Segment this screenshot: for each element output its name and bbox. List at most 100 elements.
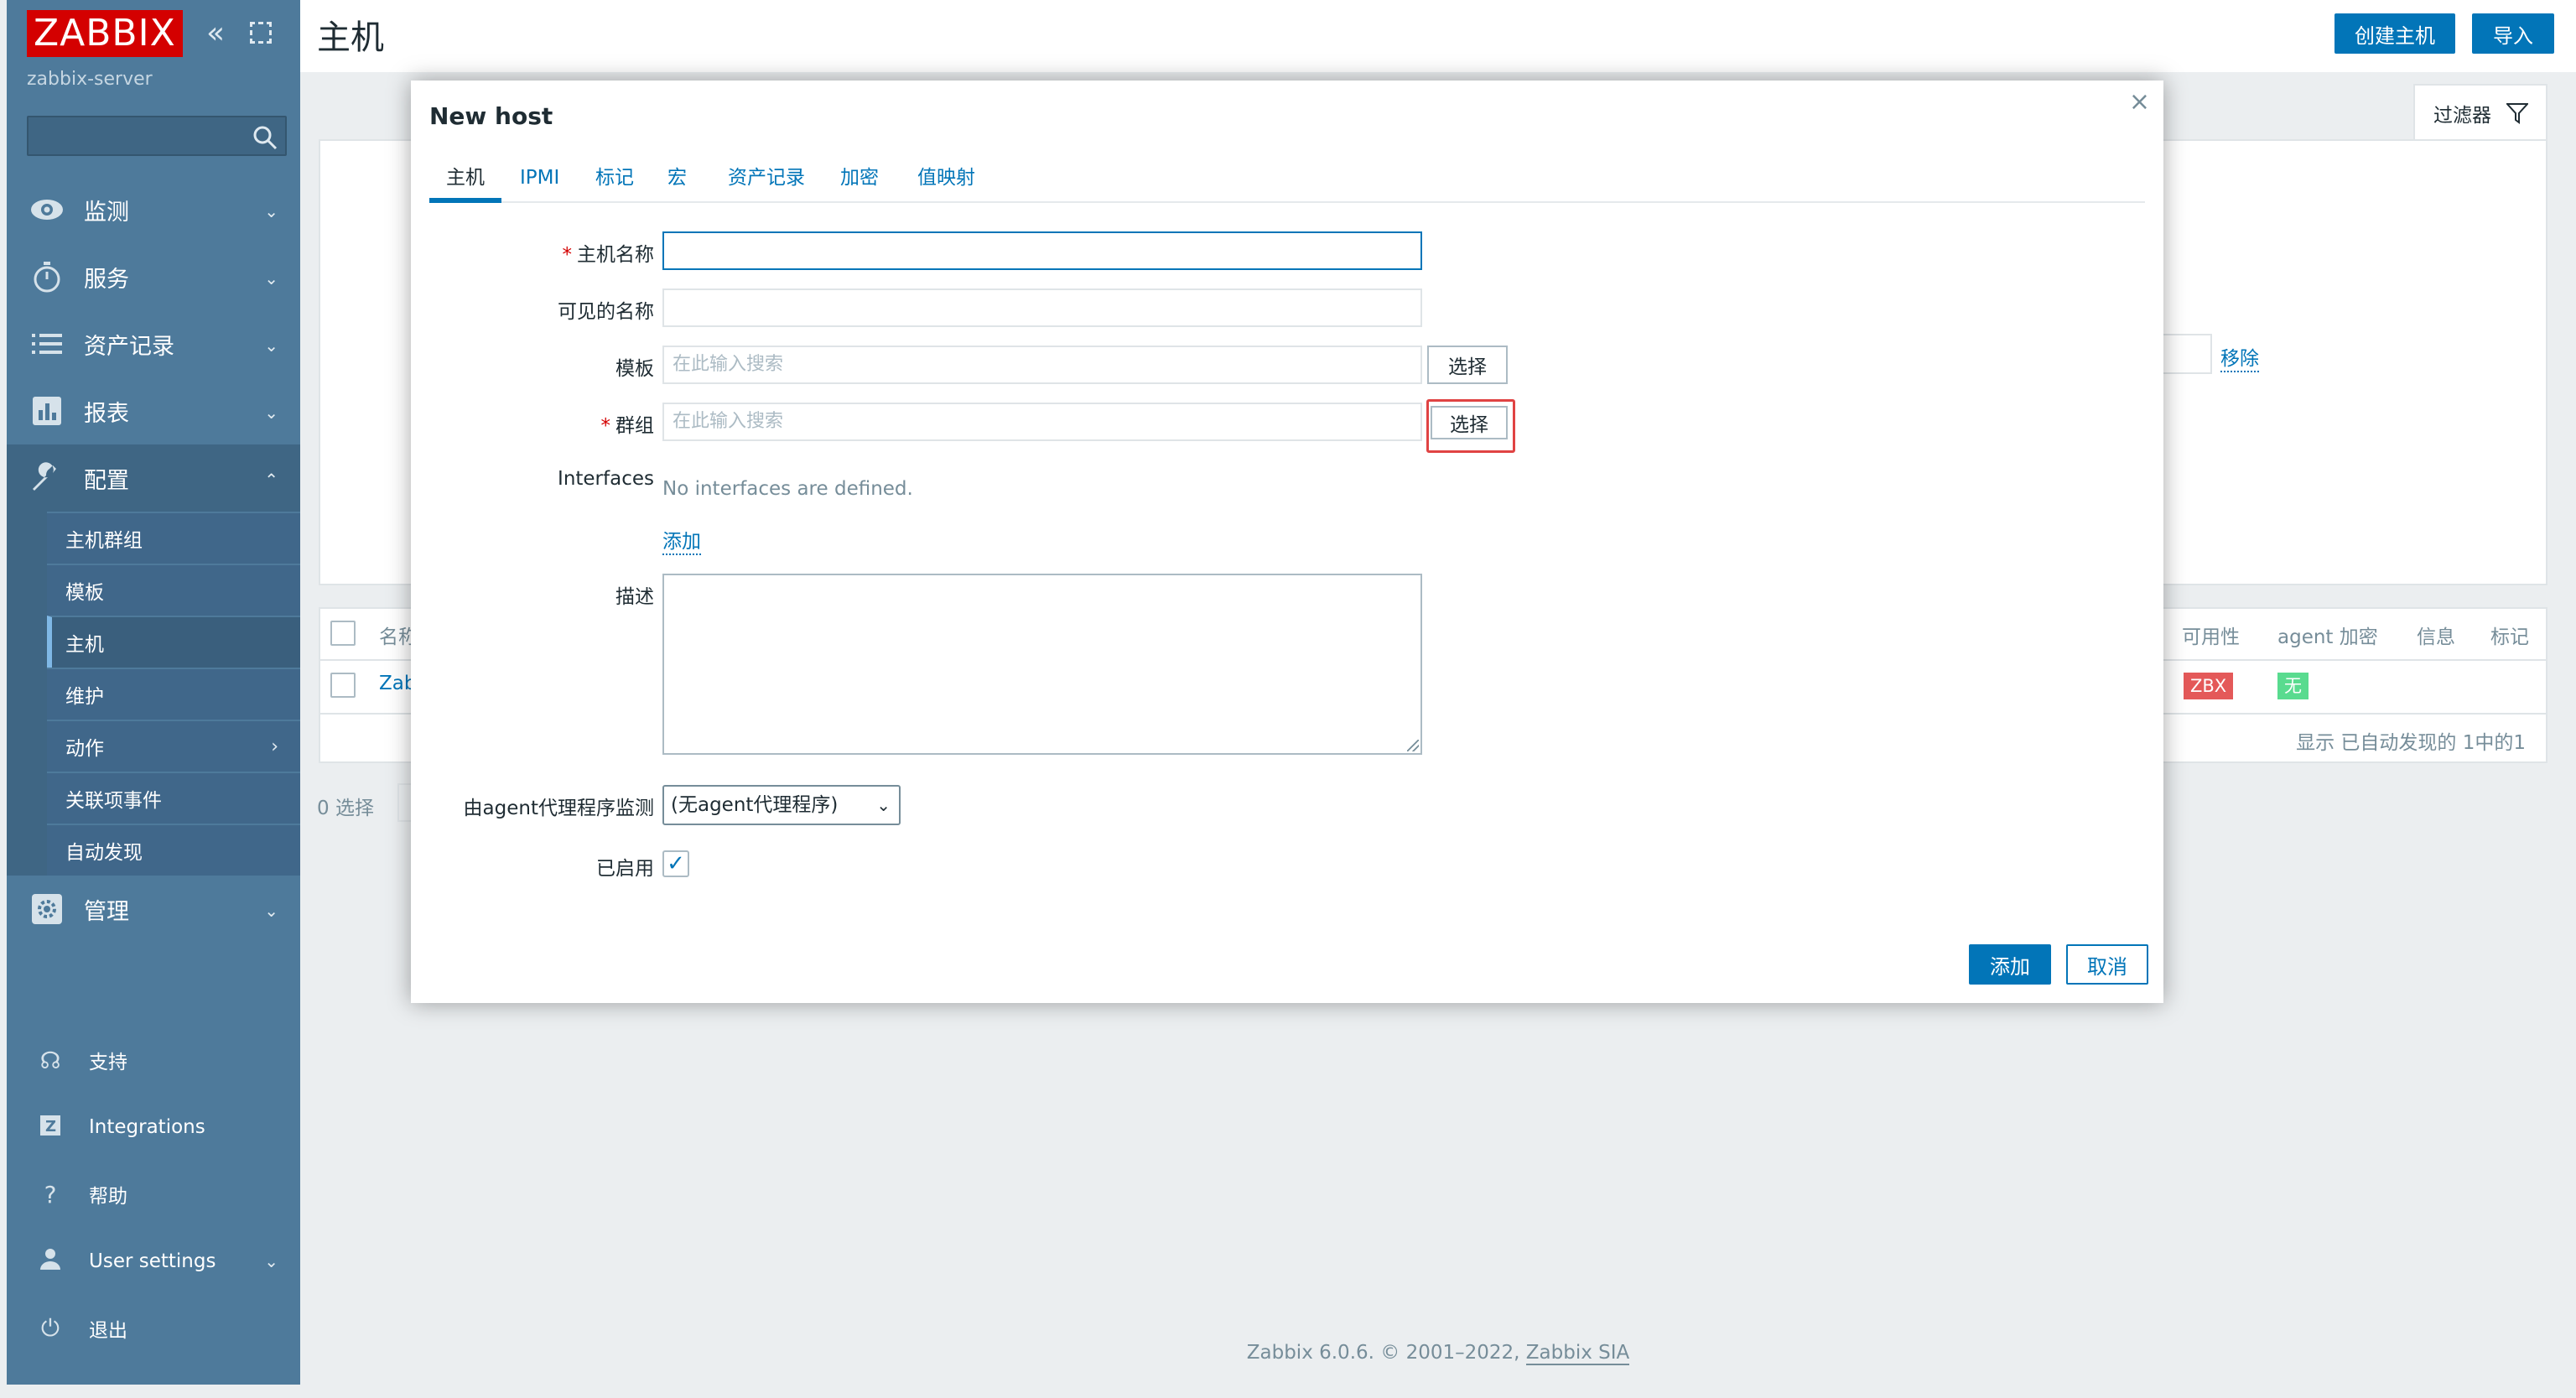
chevron-right-icon: ›: [271, 735, 278, 757]
menu-label: 支持: [89, 1052, 127, 1073]
svg-text:Z: Z: [45, 1118, 56, 1136]
menu-configuration[interactable]: 配置 ⌃: [7, 444, 300, 512]
zbx-availability-badge: ZBX: [2184, 673, 2234, 699]
submenu-event-correlation[interactable]: 关联项事件: [47, 772, 300, 824]
zabbix-logo[interactable]: ZABBIX: [27, 10, 183, 57]
enabled-checkbox[interactable]: ✓: [662, 850, 689, 877]
menu-sign-out[interactable]: ⏻ 退出: [7, 1295, 300, 1362]
submenu-maintenance[interactable]: 维护: [47, 668, 300, 720]
submenu-actions[interactable]: 动作 ›: [47, 720, 300, 772]
description-textarea[interactable]: [662, 574, 1422, 755]
tab-ipmi[interactable]: IPMI: [503, 161, 576, 203]
bottom-menu: ☊ 支持 Z Integrations ? 帮助 User settings ⌄…: [7, 1026, 300, 1362]
menu-label: 资产记录: [84, 333, 174, 360]
list-icon: [29, 325, 65, 362]
add-interface-link[interactable]: 添加: [662, 525, 701, 555]
import-button[interactable]: 导入: [2472, 13, 2554, 54]
submenu-label: 动作: [65, 738, 104, 760]
menu-help[interactable]: ? 帮助: [7, 1161, 300, 1228]
remove-link[interactable]: 移除: [2220, 342, 2259, 372]
chevron-down-icon: ⌄: [264, 901, 278, 921]
select-all-checkbox[interactable]: [330, 621, 356, 646]
filter-tag-input[interactable]: [2158, 334, 2212, 374]
server-name: zabbix-server: [27, 69, 153, 90]
menu-integrations[interactable]: Z Integrations: [7, 1094, 300, 1161]
menu-reports[interactable]: 报表 ⌄: [7, 377, 300, 444]
chevron-down-icon: ⌄: [264, 1251, 278, 1271]
tab-value-mapping[interactable]: 值映射: [901, 161, 992, 203]
submenu-templates[interactable]: 模板: [47, 564, 300, 616]
host-name-input[interactable]: [662, 231, 1422, 270]
highlight-box: [1426, 399, 1515, 453]
create-host-button[interactable]: 创建主机: [2334, 13, 2455, 54]
menu-user-settings[interactable]: User settings ⌄: [7, 1228, 300, 1295]
add-button[interactable]: 添加: [1969, 944, 2051, 985]
submenu-hosts[interactable]: 主机: [47, 616, 300, 668]
templates-search-input[interactable]: 在此输入搜索: [662, 346, 1422, 384]
submenu-host-groups[interactable]: 主机群组: [47, 512, 300, 564]
company-link[interactable]: Zabbix SIA: [1525, 1342, 1630, 1365]
column-availability: 可用性: [2182, 626, 2240, 648]
menu-label: User settings: [89, 1250, 216, 1272]
menu-label: Integrations: [89, 1116, 205, 1138]
chevron-down-icon: ⌄: [876, 795, 891, 815]
menu-inventory[interactable]: 资产记录 ⌄: [7, 310, 300, 377]
wrench-icon: [29, 460, 65, 496]
menu-label: 管理: [84, 898, 129, 925]
chevron-down-icon: ⌄: [264, 201, 278, 221]
sidebar-search-input[interactable]: [29, 117, 238, 154]
submenu-discovery[interactable]: 自动发现: [47, 824, 300, 876]
description-label: 描述: [615, 586, 654, 608]
tab-tags[interactable]: 标记: [579, 161, 651, 203]
new-host-dialog: New host × 主机 IPMI 标记 宏 资产记录 加密 值映射 * 主机名…: [411, 81, 2163, 1003]
column-tags: 标记: [2490, 626, 2529, 648]
required-marker: *: [600, 415, 611, 437]
tab-macros[interactable]: 宏: [651, 161, 704, 203]
proxy-label: 由agent代理程序监测: [463, 798, 654, 819]
proxy-select[interactable]: (无agent代理程序) ⌄: [662, 785, 901, 825]
visible-name-input[interactable]: [662, 288, 1422, 327]
menu-label: 配置: [84, 467, 129, 494]
kiosk-mode-icon[interactable]: [250, 22, 272, 44]
row-checkbox[interactable]: [330, 673, 356, 698]
templates-select-button[interactable]: 选择: [1427, 346, 1508, 384]
tab-host[interactable]: 主机: [429, 161, 501, 203]
filter-label: 过滤器: [2433, 105, 2491, 127]
menu-administration[interactable]: 管理 ⌄: [7, 876, 300, 943]
stopwatch-icon: [29, 258, 65, 295]
groups-label: * 群组: [386, 409, 655, 438]
tab-encryption[interactable]: 加密: [823, 161, 896, 203]
menu-monitoring[interactable]: 监测 ⌄: [7, 176, 300, 243]
close-icon[interactable]: ×: [2129, 87, 2150, 117]
menu-label: 帮助: [89, 1186, 127, 1208]
dialog-tabs: 主机 IPMI 标记 宏 资产记录 加密 值映射: [429, 158, 2145, 203]
page-header: 主机 创建主机 导入: [300, 0, 2576, 72]
interfaces-label: Interfaces: [558, 468, 654, 490]
chevron-up-icon: ⌃: [264, 470, 278, 490]
headset-icon: ☊: [39, 1046, 61, 1074]
page-title: 主机: [317, 18, 384, 57]
menu-services[interactable]: 服务 ⌄: [7, 243, 300, 310]
host-name-label: * 主机名称: [386, 238, 655, 267]
cancel-button[interactable]: 取消: [2066, 944, 2148, 985]
no-interfaces-text: No interfaces are defined.: [662, 478, 913, 500]
menu-support[interactable]: ☊ 支持: [7, 1026, 300, 1094]
main-menu: 监测 ⌄ 服务 ⌄ 资产记录 ⌄ 报表 ⌄ 配置 ⌃ 主机群组 模板 主机 维护…: [7, 176, 300, 943]
chevron-down-icon: ⌄: [264, 403, 278, 423]
menu-label: 服务: [84, 266, 129, 293]
enabled-label: 已启用: [596, 858, 654, 880]
host-name-label-text: 主机名称: [577, 244, 654, 266]
menu-label: 监测: [84, 199, 129, 226]
collapse-sidebar-icon[interactable]: «: [206, 18, 225, 49]
filter-icon: [2506, 103, 2528, 124]
gear-icon: [29, 891, 65, 928]
search-icon[interactable]: [252, 124, 278, 151]
proxy-selected-value: (无agent代理程序): [671, 794, 839, 816]
filter-tab[interactable]: 过滤器: [2413, 84, 2547, 141]
sidebar: ZABBIX « zabbix-server 监测 ⌄ 服务 ⌄ 资产记录 ⌄ …: [7, 0, 300, 1385]
groups-label-text: 群组: [615, 415, 654, 437]
page-footer: Zabbix 6.0.6. © 2001–2022, Zabbix SIA: [300, 1342, 2576, 1365]
dialog-title: New host: [429, 102, 553, 130]
groups-search-input[interactable]: 在此输入搜索: [662, 403, 1422, 441]
tab-inventory[interactable]: 资产记录: [711, 161, 822, 203]
